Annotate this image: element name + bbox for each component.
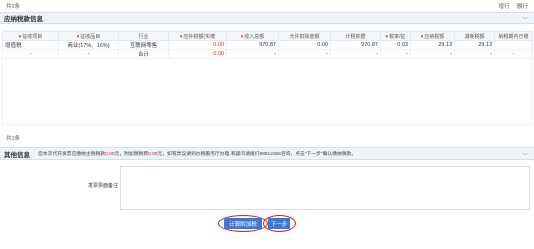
column-header-label: 纳税期内已缴 — [498, 33, 529, 40]
table-cell[interactable]: 商业(17%、16%) — [58, 40, 119, 50]
required-marker-icon: ▾ — [18, 33, 22, 40]
table-row[interactable]: 增值税 商业(17%、16%) 互联网零售 0.00 970.87 0.00 970.87 0… — [2, 40, 533, 50]
add-row-button[interactable]: 增行 — [498, 4, 509, 10]
invoice-remark-textarea[interactable] — [120, 166, 530, 210]
notice-prefix: 您本次代开发票应缴纳主税税款 — [38, 152, 106, 157]
column-header-label: 征收项目 — [22, 33, 43, 40]
table-cell[interactable]: 0.00 — [168, 49, 227, 59]
notice-mid: 元，附加税税费 — [114, 152, 149, 157]
table-cell[interactable]: 970.87 — [330, 40, 381, 50]
table-cell[interactable]: - — [380, 49, 411, 59]
column-header: ▾应纳税额 — [410, 31, 455, 41]
column-header: 减免税额 — [454, 31, 495, 41]
remark-label: 发票票面备注 — [88, 183, 119, 189]
collapse-chevron-icon[interactable]: ﹀ — [522, 151, 528, 160]
table-cell[interactable]: - — [226, 49, 279, 59]
tax-section-header[interactable]: 应纳税款信息 ﹀ — [0, 12, 534, 24]
column-header-label: 应补税额(实缴 — [183, 33, 216, 40]
tax-section-title: 应纳税款信息 — [4, 16, 43, 23]
calculate-surcharge-button[interactable]: 计算附加税 — [224, 218, 262, 229]
table-cell[interactable]: 0.00 — [278, 40, 331, 50]
table-header-row: ▾征收项目 ▾征收品目 行业 ▾应补税额(实缴 ▾收入总额 允许扣除金额 计税依据 ▾税率/征… — [2, 31, 533, 41]
row-actions: 增行 删行 — [492, 2, 528, 10]
column-header-label: 计税依据 — [345, 33, 366, 40]
next-step-button[interactable]: 下一步 — [268, 218, 290, 229]
column-header: 行业 — [118, 31, 169, 41]
column-header: ▾征收项目 — [2, 31, 59, 41]
column-header: ▾征收品目 — [58, 31, 119, 41]
notice-suffix: 元，如有异议请到办税服务厅办理,有疑问请拨打88812366咨询，点击"下一步"… — [157, 152, 357, 157]
column-header-label: 允许扣除金额 — [289, 33, 320, 40]
other-info-header[interactable]: 其他信息 您本次代开发票应缴纳主税税款0.00元，附加税税费0.00元，如有异议… — [0, 147, 534, 160]
table-cell[interactable]: 0.00 — [168, 40, 227, 50]
required-marker-icon: ▾ — [240, 33, 244, 40]
table-cell[interactable]: 增值税 — [2, 40, 59, 50]
table-cell[interactable]: 970.87 — [226, 40, 279, 50]
top-bar: 共1条 增行 删行 — [0, 0, 534, 11]
table-cell[interactable]: 29.13 — [454, 40, 495, 50]
table-cell[interactable]: - — [278, 49, 331, 59]
column-header: ▾税率/征 — [380, 31, 411, 41]
column-header: ▾收入总额 — [226, 31, 279, 41]
table-row[interactable]: - - 合计 0.00- - - - - - - — [2, 49, 533, 59]
column-header-label: 税率/征 — [389, 33, 406, 40]
tax-notice: 您本次代开发票应缴纳主税税款0.00元，附加税税费0.00元，如有异议请到办税服… — [38, 150, 356, 157]
required-marker-icon: ▾ — [76, 33, 80, 40]
table-cell[interactable]: 29.13 — [410, 40, 455, 50]
table-cell[interactable]: - — [330, 49, 381, 59]
record-count: 共1条 — [6, 3, 21, 10]
action-buttons: 计算附加税 下一步 — [0, 215, 534, 232]
other-info-title: 其他信息 — [4, 151, 30, 159]
column-header: ▾应补税额(实缴 — [168, 31, 227, 41]
delete-row-button[interactable]: 删行 — [517, 4, 528, 10]
main-tax-amount: 0.00 — [105, 152, 115, 157]
table-cell[interactable]: - — [494, 49, 533, 59]
table-cell[interactable]: 合计 — [118, 49, 169, 59]
footer-record-count: 共1条 — [6, 136, 21, 142]
table-cell[interactable]: - — [454, 49, 495, 59]
collapse-chevron-icon[interactable]: ﹀ — [522, 15, 528, 24]
column-header-label: 减免税额 — [464, 33, 485, 40]
required-marker-icon: ▾ — [420, 33, 424, 40]
table-cell[interactable]: - — [410, 49, 455, 59]
table-cell[interactable] — [494, 40, 533, 50]
column-header-label: 收入总额 — [244, 33, 265, 40]
column-header: 计税依据 — [330, 31, 381, 41]
table-cell[interactable]: 互联网零售 — [118, 40, 169, 50]
column-header-label: 征收品目 — [80, 33, 101, 40]
table-cell[interactable]: 0.03 — [380, 40, 411, 50]
column-header: 允许扣除金额 — [278, 31, 331, 41]
table-cell[interactable]: - — [2, 49, 59, 59]
column-header-label: 行业 — [138, 33, 149, 40]
column-header-label: 应纳税额 — [424, 33, 445, 40]
column-header: 纳税期内已缴 — [494, 31, 533, 41]
tax-table: ▾征收项目 ▾征收品目 行业 ▾应补税额(实缴 ▾收入总额 允许扣除金额 计税依据 ▾税率/征… — [2, 31, 533, 59]
required-marker-icon: ▾ — [385, 33, 389, 40]
table-cell[interactable]: - — [58, 49, 119, 59]
